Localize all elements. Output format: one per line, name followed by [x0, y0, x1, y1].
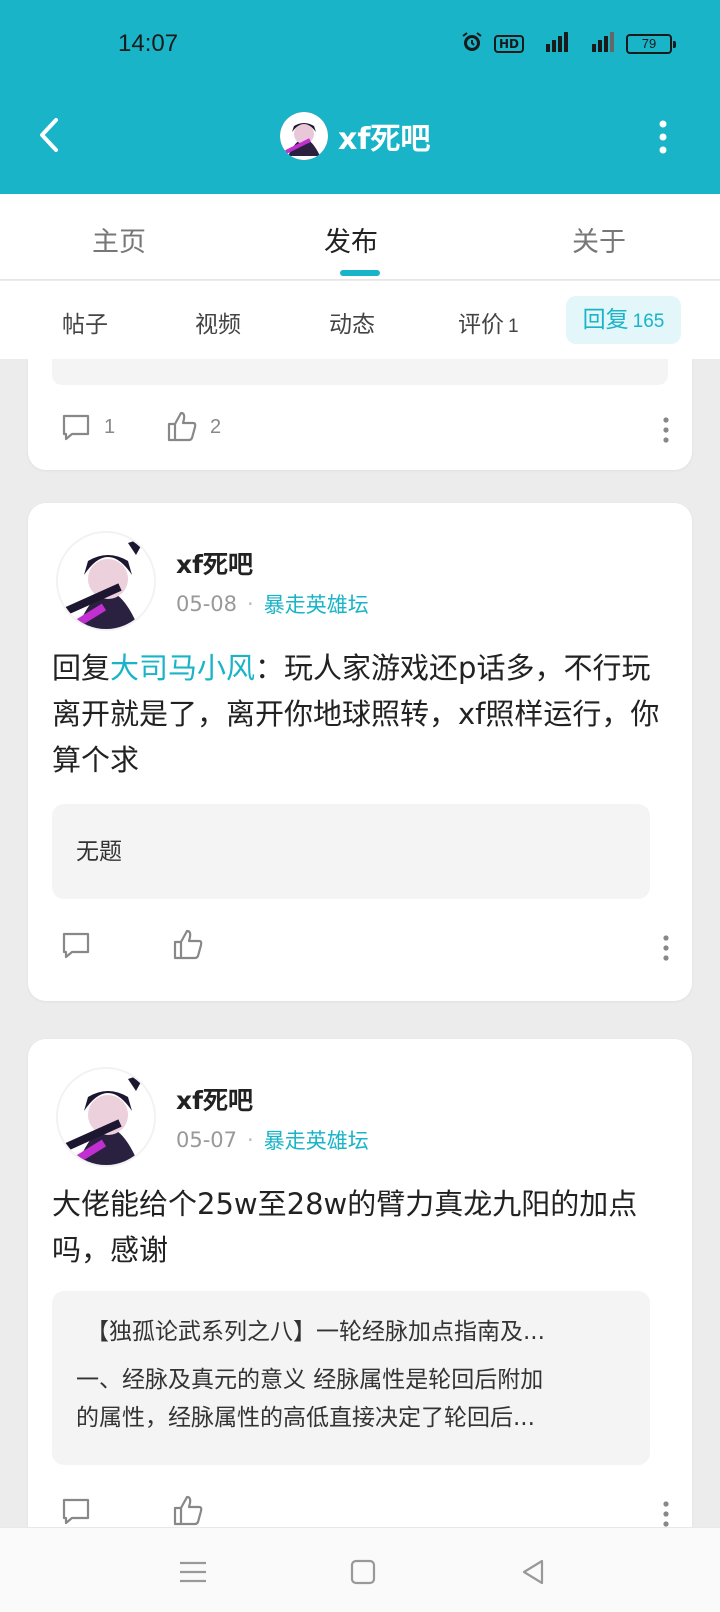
post-card[interactable]: 1 2	[28, 359, 692, 470]
forum-link[interactable]: 暴走英雄坛	[264, 589, 369, 619]
author-name[interactable]: xf死吧	[176, 1081, 253, 1117]
back-button[interactable]	[26, 110, 76, 160]
post-actions	[28, 927, 692, 977]
system-nav-bar	[0, 1527, 720, 1612]
quote-block[interactable]: 无题	[52, 804, 650, 899]
tab-home[interactable]: 主页	[92, 220, 146, 259]
hd-icon: HD	[493, 35, 524, 53]
signal-icon-2	[580, 30, 616, 58]
subtab-replies[interactable]: 回复 165	[566, 296, 681, 344]
like-button[interactable]	[170, 927, 206, 963]
post-body[interactable]: 回复大司马小风：玩人家游戏还p话多，不行玩离开就是了，离开你地球照转，xf照样运…	[52, 645, 668, 783]
sub-tabs: 帖子 视频 动态 评价 1 回复 165	[0, 281, 720, 359]
post-body[interactable]: 大佬能给个25w至28w的臂力真龙九阳的加点吗，感谢	[52, 1181, 668, 1273]
separator: ·	[247, 592, 254, 616]
home-square-icon[interactable]	[346, 1555, 380, 1589]
thumbs-up-icon	[173, 929, 203, 960]
quote-block[interactable]	[52, 359, 668, 385]
post-date: 05-07	[176, 1128, 238, 1152]
forum-link[interactable]: 暴走英雄坛	[264, 1125, 369, 1155]
menu-icon[interactable]	[176, 1555, 210, 1589]
subtab-label: 评价	[458, 312, 504, 338]
post-actions: 1 2	[28, 409, 692, 459]
quote-excerpt-line: 一、经脉及真元的意义 经脉属性是轮回后附加	[76, 1367, 544, 1393]
subtab-count: 1	[508, 316, 519, 337]
post-card[interactable]: xf死吧 05-08 · 暴走英雄坛 回复大司马小风：玩人家游戏还p话多，不行玩…	[28, 503, 692, 1001]
post-actions	[28, 1493, 692, 1527]
quote-excerpt-line: 的属性，经脉属性的高低直接决定了轮回后...	[76, 1405, 535, 1431]
more-vertical-icon[interactable]	[662, 416, 670, 444]
header-title-group: xf死吧	[280, 112, 430, 160]
quote-title: 【独孤论武系列之八】一轮经脉加点指南及...	[86, 1319, 545, 1345]
more-vertical-icon	[659, 120, 667, 154]
tab-posted[interactable]: 发布	[324, 220, 378, 259]
more-vertical-icon[interactable]	[662, 1500, 670, 1527]
comment-icon	[62, 1498, 90, 1525]
more-vertical-icon[interactable]	[662, 934, 670, 962]
feed: 1 2 xf死吧 05-08 · 暴走英雄坛 回复大司马小风：玩人家游戏还p话多…	[0, 359, 720, 1527]
like-button[interactable]: 2	[164, 409, 221, 445]
back-triangle-icon[interactable]	[516, 1555, 550, 1589]
status-bar: 14:07 HD 79	[0, 0, 720, 90]
author-name[interactable]: xf死吧	[176, 545, 253, 581]
comment-button[interactable]	[58, 927, 94, 963]
quote-title: 无题	[76, 839, 122, 865]
main-tabs: 主页 发布 关于	[0, 194, 720, 280]
thumbs-up-icon	[167, 411, 197, 442]
avatar[interactable]	[56, 531, 156, 631]
status-time: 14:07	[118, 30, 179, 57]
app-bar: xf死吧	[0, 90, 720, 194]
tab-indicator	[340, 270, 380, 276]
more-button[interactable]	[656, 120, 670, 154]
status-icons: HD 79	[460, 30, 676, 58]
signal-icon-1	[534, 30, 570, 58]
avatar[interactable]	[56, 1067, 156, 1167]
tab-about[interactable]: 关于	[572, 220, 626, 259]
page-title: xf死吧	[338, 122, 431, 157]
alarm-icon	[460, 30, 484, 58]
chevron-left-icon	[40, 118, 58, 152]
subtab-videos[interactable]: 视频	[195, 305, 241, 339]
comment-button[interactable]	[58, 1493, 94, 1527]
comment-count: 1	[104, 415, 116, 438]
comment-button[interactable]: 1	[58, 409, 115, 445]
comment-icon	[62, 414, 90, 441]
separator: ·	[247, 1128, 254, 1152]
quote-block[interactable]: 【独孤论武系列之八】一轮经脉加点指南及... 一、经脉及真元的意义 经脉属性是轮…	[52, 1291, 650, 1465]
post-meta: 05-08 · 暴走英雄坛	[176, 589, 369, 619]
reply-prefix: 回复	[52, 651, 111, 685]
subtab-posts[interactable]: 帖子	[62, 305, 108, 339]
subtab-label: 回复	[582, 307, 629, 333]
post-card[interactable]: xf死吧 05-07 · 暴走英雄坛 大佬能给个25w至28w的臂力真龙九阳的加…	[28, 1039, 692, 1527]
battery-icon: 79	[626, 34, 676, 54]
post-meta: 05-07 · 暴走英雄坛	[176, 1125, 369, 1155]
comment-icon	[62, 932, 90, 959]
thumbs-up-icon	[173, 1495, 203, 1526]
mention-link[interactable]: 大司马小风	[110, 651, 255, 685]
subtab-reviews[interactable]: 评价 1	[458, 305, 519, 339]
avatar[interactable]	[280, 112, 328, 160]
like-count: 2	[210, 415, 222, 438]
subtab-activity[interactable]: 动态	[329, 305, 375, 339]
like-button[interactable]	[170, 1493, 206, 1527]
subtab-count: 165	[632, 311, 665, 332]
post-date: 05-08	[176, 592, 238, 616]
